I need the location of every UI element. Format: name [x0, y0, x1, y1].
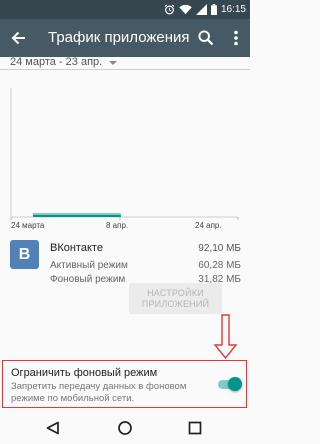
toggle-thumb: [228, 377, 242, 391]
recents-square-icon[interactable]: [187, 420, 203, 436]
navigation-bar: [0, 412, 250, 444]
restrict-background-toggle[interactable]: [218, 375, 242, 393]
home-circle-icon[interactable]: [117, 420, 133, 436]
back-triangle-icon[interactable]: [45, 420, 61, 436]
restrict-background-setting[interactable]: Ограничить фоновый режим Запретить перед…: [2, 360, 247, 408]
restrict-background-description: Запретить передачу данных в фоновом режи…: [11, 381, 187, 404]
restrict-background-title: Ограничить фоновый режим: [11, 367, 158, 379]
